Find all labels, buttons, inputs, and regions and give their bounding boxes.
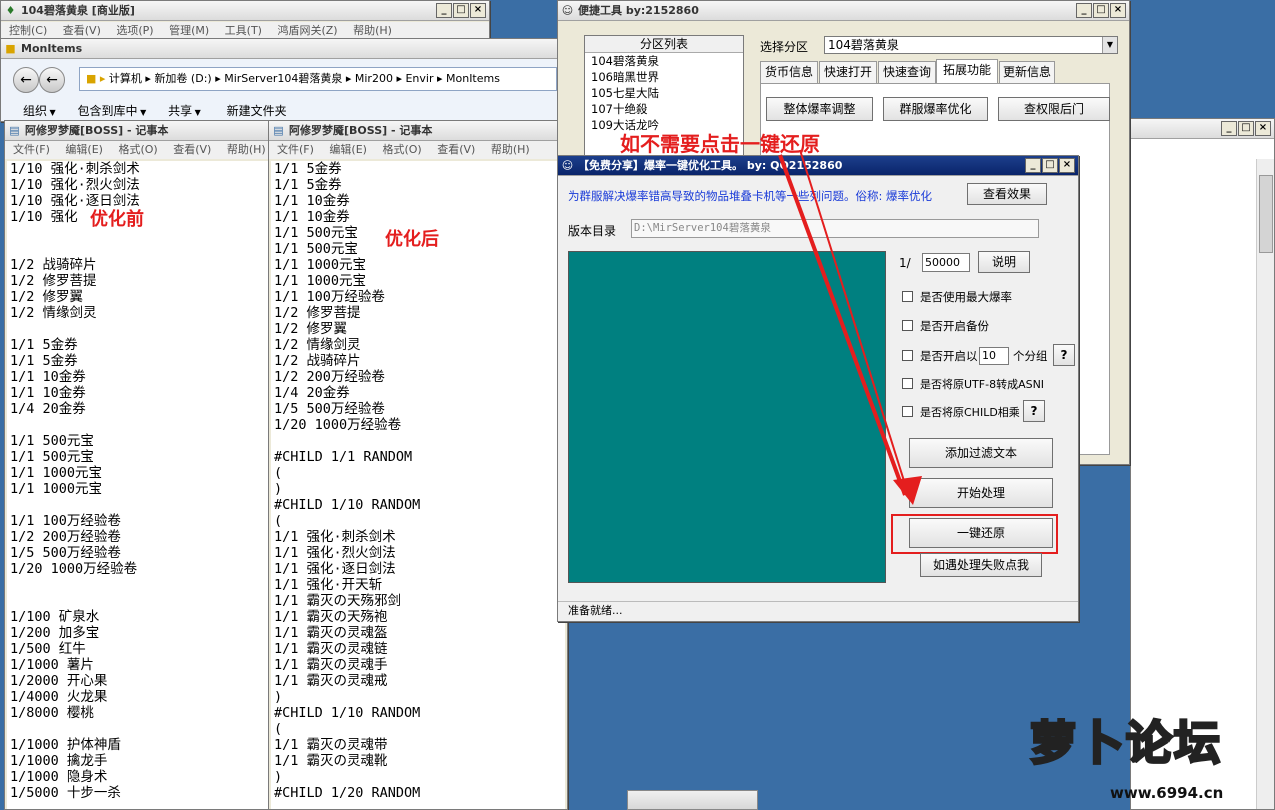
watermark-url: www.6994.cn	[1110, 784, 1224, 802]
arrow-line	[799, 149, 911, 501]
arrow-line	[778, 154, 907, 496]
arrow-head	[893, 476, 922, 505]
watermark-logo-text: 萝卜论坛	[1029, 715, 1222, 772]
taskbar-item[interactable]	[627, 790, 758, 810]
watermark-logo: 萝卜论坛	[1029, 712, 1260, 780]
annotation-arrow	[778, 149, 922, 505]
